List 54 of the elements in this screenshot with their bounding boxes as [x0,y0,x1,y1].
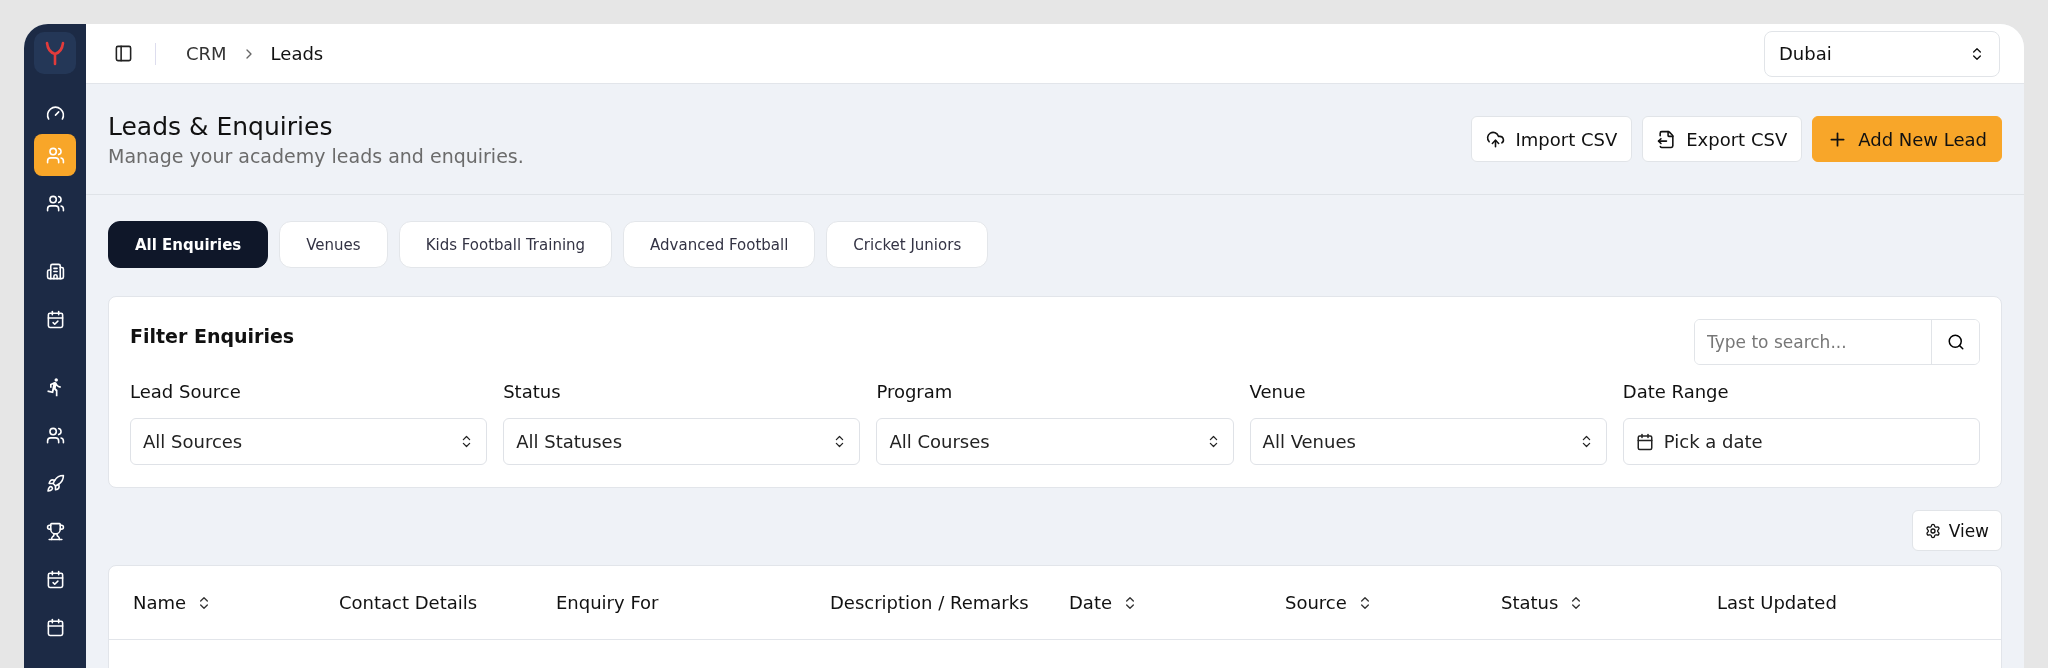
cloud-upload-icon [1486,129,1506,149]
column-header: Name [133,592,187,613]
logo-icon [44,40,66,66]
field-label: Program [876,381,954,402]
sidebar-item[interactable] [34,134,76,176]
field-label: Status [503,381,562,402]
building-icon [45,261,65,281]
search-icon [1946,333,1965,351]
users-icon [45,193,65,213]
export-button[interactable]: Export CSV [1642,116,1803,162]
file-export-icon [1657,129,1677,149]
filter-tab[interactable]: Kids Football Training [398,221,613,268]
view-button[interactable]: View [1911,510,2002,551]
select-field[interactable]: All Statuses [503,418,861,465]
column-header: Source [1285,592,1347,613]
breadcrumb-link[interactable]: CRM [186,43,227,64]
users-icon [45,145,65,165]
trophy-icon [45,521,65,541]
card-title: Filter Enquiries [130,325,295,347]
import-button[interactable]: Import CSV [1471,116,1633,162]
location-select[interactable]: Dubai [1764,30,2000,77]
filter-tab[interactable]: All Enquiries [108,221,269,268]
sidebar-toggle-icon[interactable] [114,44,133,63]
select-field[interactable]: All Venues [1249,418,1607,465]
search-field[interactable]: Type to search... [1694,319,1980,365]
date-picker[interactable]: Pick a date [1622,418,1980,465]
column-header: Description / Remarks [830,592,1029,613]
field-label: Venue [1249,381,1307,402]
page-title: Leads & Enquiries [108,111,334,141]
calendar-icon [1635,432,1654,451]
column-header: Enquiry For [556,592,659,613]
logo[interactable] [34,32,76,74]
filter-tab[interactable]: Venues [279,221,388,268]
select-field[interactable]: All Sources [130,418,488,465]
add-lead-button[interactable]: Add New Lead [1812,116,2002,162]
breadcrumb-current: Leads [270,43,324,64]
users-icon [45,425,65,445]
column-header: Status [1501,592,1559,613]
filter-tab[interactable]: Advanced Football [623,221,816,268]
rocket-icon [45,473,65,493]
column-header: Date [1069,592,1113,613]
calendar-check-icon [45,569,65,589]
column-header: Last Updated [1717,592,1837,613]
gauge-icon [45,103,65,123]
filter-tab[interactable]: Cricket Juniors [826,221,989,268]
calendar-icon [45,617,65,637]
column-header: Contact Details [339,592,478,613]
page-subtitle: Manage your academy leads and enquiries. [108,144,524,167]
settings-icon [1924,522,1941,539]
field-label: Date Range [1622,381,1730,402]
select-field[interactable]: All Courses [876,418,1234,465]
search-button[interactable] [1931,320,1979,364]
calendar-check-icon [45,309,65,329]
field-label: Lead Source [130,381,242,402]
